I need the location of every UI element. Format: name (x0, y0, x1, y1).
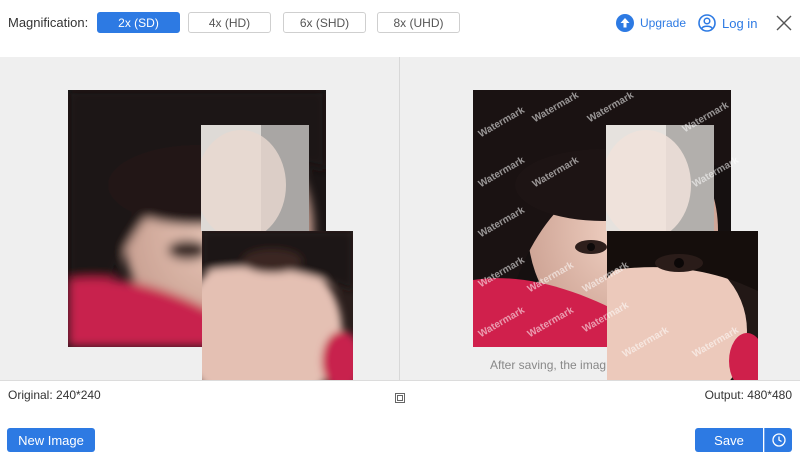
login-button[interactable]: Log in (698, 14, 757, 32)
new-image-button[interactable]: New Image (7, 428, 95, 452)
compare-icon[interactable] (395, 390, 405, 403)
close-icon[interactable] (776, 15, 792, 31)
save-note: After saving, the imag (490, 358, 607, 372)
upgrade-button[interactable]: Upgrade (616, 14, 686, 32)
top-toolbar: Magnification: 2x (SD) 4x (HD) 6x (SHD) … (0, 0, 800, 57)
upgrade-icon (616, 14, 634, 32)
preview-canvas: Watermark Watermark Watermark Watermark … (0, 57, 800, 380)
magnification-option-8x[interactable]: 8x (UHD) (377, 12, 460, 33)
save-button[interactable]: Save (695, 428, 763, 452)
magnification-option-4x[interactable]: 4x (HD) (188, 12, 271, 33)
info-bar: Original: 240*240 Output: 480*480 (0, 380, 800, 409)
user-icon (698, 14, 716, 32)
original-size: Original: 240*240 (8, 388, 101, 402)
footer: New Image Save (0, 409, 800, 467)
clock-icon (771, 433, 786, 447)
magnification-label: Magnification: (8, 15, 89, 30)
magnification-option-6x[interactable]: 6x (SHD) (283, 12, 366, 33)
original-zoom-bottom (202, 231, 353, 380)
login-label: Log in (722, 15, 758, 31)
magnification-option-2x[interactable]: 2x (SD) (97, 12, 180, 33)
split-divider[interactable] (399, 57, 400, 380)
upgrade-label: Upgrade (640, 16, 687, 30)
original-zoom-top (201, 125, 309, 231)
output-size: Output: 480*480 (704, 388, 792, 402)
history-button[interactable] (764, 428, 792, 452)
